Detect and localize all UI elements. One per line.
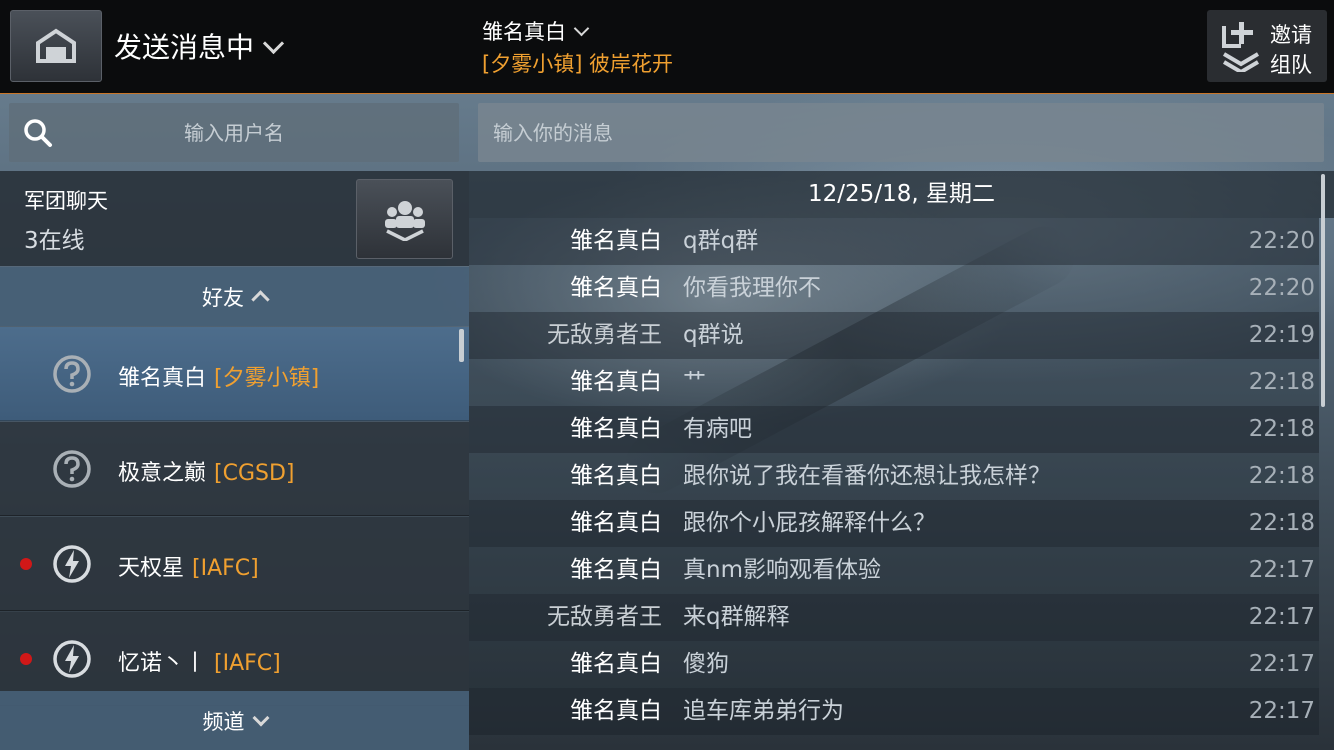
friends-section-label: 好友 [202,285,244,310]
message-time: 22:20 [1248,275,1315,301]
message-sender[interactable]: 雏名真白 [570,547,662,594]
friend-clan-tag: [夕雾小镇] [214,366,320,391]
friends-section-header[interactable]: 好友 [0,267,469,326]
message-text: 真nm影响观看体验 [683,557,881,583]
message-text: 跟你说了我在看番你还想让我怎样？ [683,463,1051,489]
invite-squad-button[interactable]: 邀请 组队 [1207,10,1327,82]
message-text: 跟你个小屁孩解释什么？ [683,510,936,536]
message-row: 无敌勇者王 来q群解释 22:17 [469,594,1319,641]
group-icon [384,201,425,241]
message-row: 雏名真白 傻狗 22:17 [469,641,1319,688]
message-time: 22:17 [1248,604,1315,630]
message-time: 22:18 [1248,369,1315,395]
friend-item[interactable]: 极意之巅 [CGSD] [0,422,469,516]
channels-section-label: 频道 [202,709,245,734]
lightning-icon [53,640,91,678]
message-sender[interactable]: 雏名真白 [570,500,662,547]
friend-item[interactable]: 天权星 [IAFC] [0,517,469,611]
message-text: 艹 [683,369,706,395]
message-time: 22:17 [1248,651,1315,677]
message-row: 雏名真白 你看我理你不 22:20 [469,265,1319,312]
invite-label-line2: 组队 [1270,53,1312,77]
clan-members-button[interactable] [356,179,453,259]
chat-target-subtitle: [夕雾小镇] 彼岸花开 [482,52,674,76]
question-icon [53,450,91,488]
message-row: 雏名真白 追车库弟弟行为 22:17 [469,688,1319,735]
friend-item[interactable]: 雏名真白 [夕雾小镇] [0,327,469,421]
message-sender[interactable]: 雏名真白 [570,218,662,265]
message-row: 雏名真白 q群q群 22:20 [469,218,1319,265]
question-icon [53,355,91,393]
friend-name: 忆诺丶丨 [118,651,207,676]
message-text: q群说 [683,322,744,348]
message-text: 追车库弟弟行为 [683,698,844,724]
clan-chat-title: 军团聊天 [24,189,108,213]
invite-squad-icon [1222,22,1260,72]
message-input[interactable] [493,103,1313,162]
chat-target-dropdown[interactable]: 雏名真白 [482,16,590,46]
message-text: 来q群解释 [683,604,790,630]
contacts-panel: 军团聊天 3在线 好友 雏名真白 [夕雾小镇] 极意之巅 [CGSD] 天权星 … [0,171,469,750]
friend-name: 极意之巅 [118,461,207,486]
chevron-down-icon [573,20,590,36]
channels-section-header[interactable]: 频道 [0,691,469,750]
invite-label-line1: 邀请 [1270,23,1312,47]
message-sender[interactable]: 雏名真白 [570,359,662,406]
message-row: 雏名真白 跟你个小屁孩解释什么？ 22:18 [469,500,1319,547]
message-time: 22:19 [1248,322,1315,348]
message-sender[interactable]: 无敌勇者王 [547,312,662,359]
messages-scrollbar[interactable] [1321,174,1325,407]
message-row: 雏名真白 真nm影响观看体验 22:17 [469,547,1319,594]
lightning-icon [53,545,91,583]
chevron-down-icon [252,709,269,726]
top-bar: 发送消息中 雏名真白 [夕雾小镇] 彼岸花开 邀请 组队 [0,0,1334,94]
online-status-dot [20,558,32,570]
chevron-down-icon [262,32,285,54]
user-search-input[interactable] [9,103,459,162]
hangar-icon [36,28,76,63]
message-sender[interactable]: 雏名真白 [570,406,662,453]
message-list: 12/25/18, 星期二 雏名真白 q群q群 22:20 雏名真白 你看我理你… [469,171,1334,750]
friend-clan-tag: [CGSD] [214,461,295,486]
message-text: q群q群 [683,228,759,254]
message-time: 22:18 [1248,416,1315,442]
message-time: 22:20 [1248,228,1315,254]
chevron-up-icon [251,290,270,309]
message-row: 雏名真白 有病吧 22:18 [469,406,1319,453]
date-separator: 12/25/18, 星期二 [469,171,1334,218]
message-text: 有病吧 [683,416,752,442]
friend-clan-tag: [IAFC] [192,556,259,581]
friends-scrollbar[interactable] [459,329,464,362]
message-sender[interactable]: 雏名真白 [570,641,662,688]
status-title: 发送消息中 [114,31,255,64]
message-sender[interactable]: 雏名真白 [570,688,662,735]
friend-name: 天权星 [118,556,185,581]
message-time: 22:18 [1248,463,1315,489]
message-time: 22:18 [1248,510,1315,536]
clan-online-count: 3在线 [24,228,85,254]
online-status-dot [20,653,32,665]
message-sender[interactable]: 雏名真白 [570,453,662,500]
home-button[interactable] [10,10,102,82]
message-sender[interactable]: 雏名真白 [570,265,662,312]
message-time: 22:17 [1248,698,1315,724]
message-row: 无敌勇者王 q群说 22:19 [469,312,1319,359]
chat-target-name: 雏名真白 [482,20,566,44]
friend-name: 雏名真白 [118,366,207,391]
message-text: 你看我理你不 [683,275,821,301]
clan-chat-row[interactable]: 军团聊天 3在线 [0,171,469,266]
friend-clan-tag: [IAFC] [214,651,281,676]
user-search-box [9,103,459,162]
message-time: 22:17 [1248,557,1315,583]
status-dropdown[interactable]: 发送消息中 [114,26,285,66]
message-text: 傻狗 [683,651,729,677]
message-row: 雏名真白 跟你说了我在看番你还想让我怎样？ 22:18 [469,453,1319,500]
message-row: 雏名真白 艹 22:18 [469,359,1319,406]
message-sender[interactable]: 无敌勇者王 [547,594,662,641]
message-input-box [478,103,1324,162]
